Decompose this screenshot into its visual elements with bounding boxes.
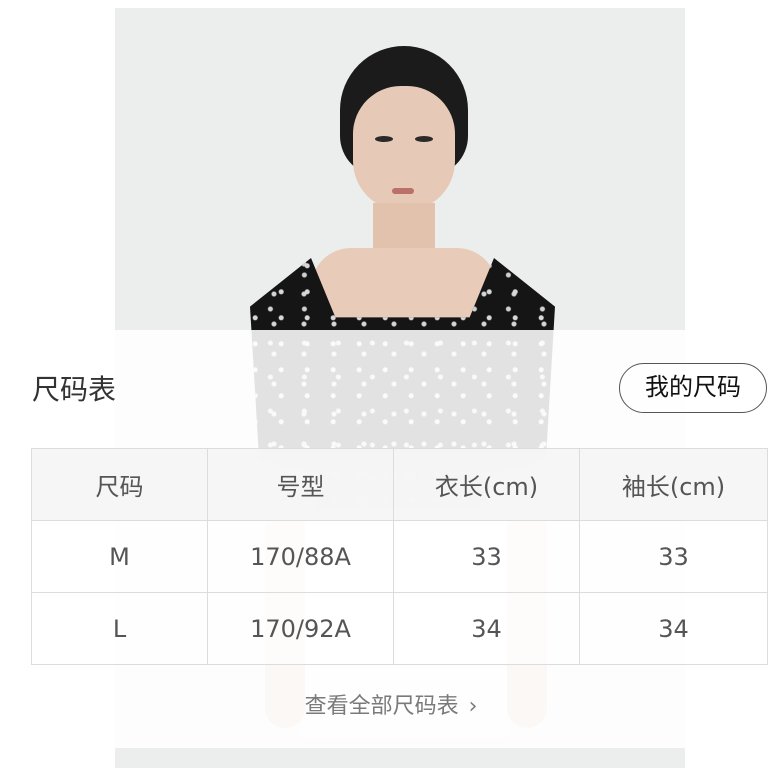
- chevron-right-icon: ›: [468, 694, 478, 719]
- size-table-header-row: 尺码 号型 衣长(cm) 袖长(cm): [31, 448, 768, 521]
- model-chest: [311, 248, 497, 328]
- table-cell-length: 33: [393, 520, 580, 593]
- table-cell-sleeve-length: 34: [579, 592, 768, 665]
- column-header-body-type: 号型: [207, 448, 394, 521]
- column-header-length: 衣长(cm): [393, 448, 580, 521]
- table-cell-body-type: 170/88A: [207, 520, 394, 593]
- model-eye-left: [375, 136, 393, 142]
- size-chart-title: 尺码表: [32, 373, 117, 406]
- view-all-label: 查看全部尺码表: [304, 694, 459, 719]
- table-row: L 170/92A 34 34: [31, 592, 768, 665]
- table-cell-body-type: 170/92A: [207, 592, 394, 665]
- table-cell-size: L: [31, 592, 208, 665]
- column-header-size: 尺码: [31, 448, 208, 521]
- size-table: 尺码 号型 衣长(cm) 袖长(cm) M 170/88A 33 33 L 17…: [31, 448, 768, 665]
- table-cell-length: 34: [393, 592, 580, 665]
- model-eye-right: [415, 136, 433, 142]
- model-mouth: [392, 188, 414, 194]
- table-cell-size: M: [31, 520, 208, 593]
- my-size-button[interactable]: 我的尺码: [619, 363, 767, 413]
- view-all-size-chart-link[interactable]: 查看全部尺码表 ›: [0, 690, 782, 724]
- table-cell-sleeve-length: 33: [579, 520, 768, 593]
- table-row: M 170/88A 33 33: [31, 520, 768, 593]
- column-header-sleeve-length: 袖长(cm): [579, 448, 768, 521]
